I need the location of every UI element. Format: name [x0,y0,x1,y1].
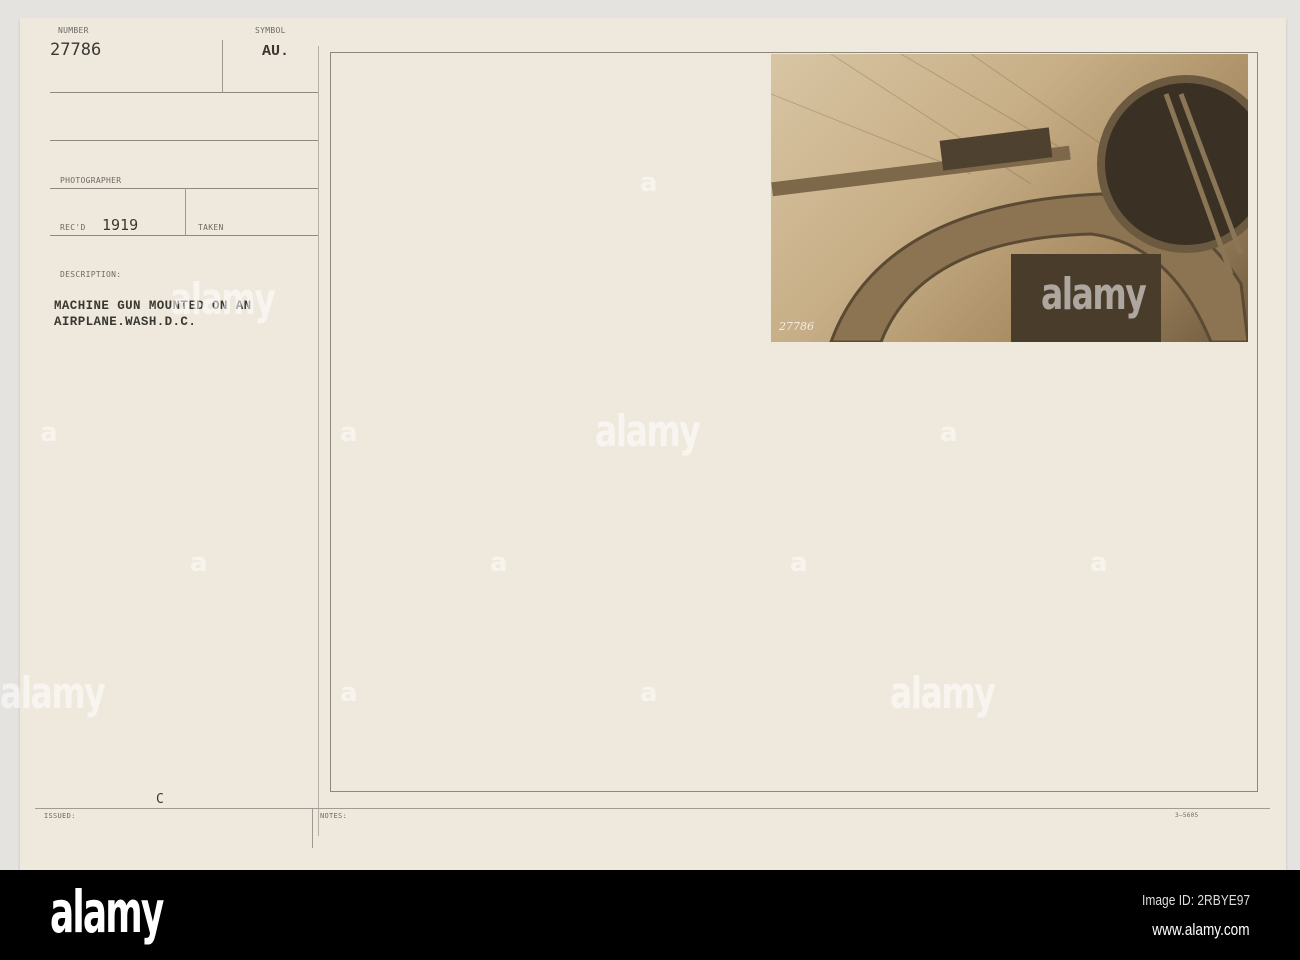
divider [185,188,186,235]
divider [50,140,318,141]
watermark-letter: a [1090,548,1108,578]
taken-label: TAKEN [198,223,224,232]
divider [222,40,223,92]
watermark-letter: a [40,418,58,448]
divider [35,808,1270,809]
watermark-letter: a [790,548,808,578]
photo-number: 27786 [779,320,814,333]
watermark-letter: a [340,418,358,448]
photograph: 27786 alamy [771,54,1248,342]
watermark-letter: a [490,548,508,578]
archive-card: NUMBER 27786 SYMBOL AU. PHOTOGRAPHER REC… [0,18,1286,870]
divider [312,808,313,848]
watermark-letter: a [190,548,208,578]
issued-mark: C [156,792,164,807]
divider [50,188,318,189]
recd-label: REC'D [60,223,86,232]
form-number: 3—5605 [1175,812,1199,819]
watermark-letter: a [340,678,358,708]
watermark: alamy [595,406,701,457]
issued-label: ISSUED: [44,812,76,820]
watermark-letter: a [940,418,958,448]
watermark-letter: a [640,678,658,708]
watermark: alamy [890,668,996,719]
divider [50,235,318,236]
notes-label: NOTES: [320,812,348,820]
footer-bar: alamy Image ID: 2RBYE97 www.alamy.com [0,870,1300,960]
alamy-logo: alamy [50,878,164,946]
photographer-label: PHOTOGRAPHER [60,176,122,185]
watermark: alamy [1041,269,1147,320]
watermark-letter: a [640,168,658,198]
symbol-label: SYMBOL [255,26,286,35]
number-label: NUMBER [58,26,89,35]
symbol-value: AU. [262,43,290,60]
description-label: DESCRIPTION: [60,270,122,279]
watermark: alamy [170,274,276,325]
image-id: Image ID: 2RBYE97 [1141,892,1250,909]
number-value: 27786 [50,40,102,60]
recd-value: 1919 [102,216,139,234]
machine-gun-photo-image [771,54,1248,342]
divider [50,92,318,93]
site-url[interactable]: www.alamy.com [1153,920,1250,940]
watermark: alamy [0,668,106,719]
column-divider [318,46,319,836]
